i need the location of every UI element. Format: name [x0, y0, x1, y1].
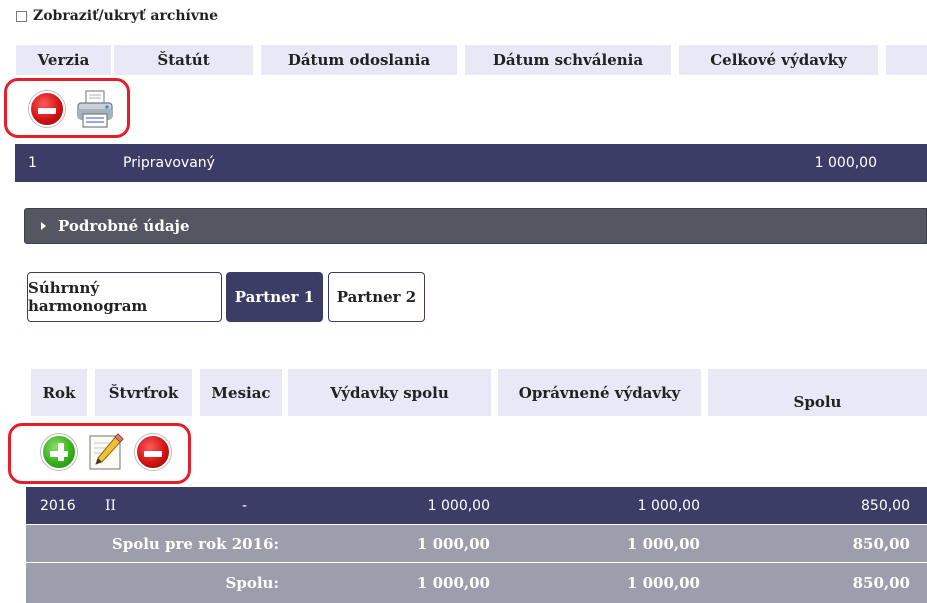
header-opravnene-vydavky[interactable]: Oprávnené výdavky: [498, 369, 701, 416]
cell-mesiac: -: [242, 497, 248, 514]
header-vydavky-spolu[interactable]: Výdavky spolu: [288, 369, 491, 416]
header-spolu[interactable]: Spolu: [708, 369, 927, 416]
grand-total-row: Spolu: 1 000,00 1 000,00 850,00: [26, 563, 927, 603]
tab-partner-1[interactable]: Partner 1: [226, 272, 323, 322]
header-extra: [886, 45, 927, 75]
details-toggle[interactable]: Podrobné údaje: [24, 208, 927, 244]
grand-total-spolu: 850,00: [852, 574, 910, 592]
year-total-spolu: 850,00: [852, 534, 910, 553]
year-total-label: Spolu pre rok 2016:: [111, 534, 279, 553]
year-total-opravnene-vydavky: 1 000,00: [626, 534, 700, 553]
print-icon[interactable]: [74, 88, 116, 130]
cell-statut: Pripravovaný: [123, 155, 215, 171]
cell-rok: 2016: [40, 497, 76, 514]
grand-total-label: Spolu:: [225, 574, 279, 592]
header-stvrtrok[interactable]: Štvrťrok: [95, 369, 192, 416]
remove-icon[interactable]: [29, 91, 65, 127]
remove-icon[interactable]: [135, 434, 171, 470]
table-row[interactable]: 1 Pripravovaný 1 000,00: [15, 144, 927, 182]
year-total-vydavky-spolu: 1 000,00: [416, 534, 490, 553]
grand-total-vydavky-spolu: 1 000,00: [416, 574, 490, 592]
year-total-row: Spolu pre rok 2016: 1 000,00 1 000,00 85…: [26, 525, 927, 562]
caret-right-icon: [41, 222, 46, 230]
details-label: Podrobné údaje: [58, 217, 190, 235]
edit-icon[interactable]: [87, 432, 125, 472]
cell-verzia: 1: [28, 155, 37, 171]
header-verzia[interactable]: Verzia: [16, 45, 111, 75]
cell-spolu: 850,00: [861, 497, 910, 514]
cell-celkove-vydavky: 1 000,00: [814, 155, 877, 171]
cell-stvrtrok: II: [105, 497, 117, 514]
archive-checkbox[interactable]: [16, 10, 27, 22]
header-rok[interactable]: Rok: [31, 369, 87, 416]
table-row[interactable]: 2016 II - 1 000,00 1 000,00 850,00: [26, 487, 927, 524]
tab-partner-2[interactable]: Partner 2: [328, 272, 425, 322]
tab-suhrnny-harmonogram[interactable]: Súhrnný harmonogram: [27, 272, 222, 322]
header-mesiac[interactable]: Mesiac: [200, 369, 282, 416]
archive-toggle[interactable]: Zobraziť/ukryť archívne: [16, 6, 218, 26]
header-datum-schvalenia[interactable]: Dátum schválenia: [465, 45, 671, 75]
cell-opravnene-vydavky: 1 000,00: [637, 497, 700, 514]
archive-toggle-label: Zobraziť/ukryť archívne: [33, 8, 219, 24]
add-icon[interactable]: [41, 434, 77, 470]
grand-total-opravnene-vydavky: 1 000,00: [626, 574, 700, 592]
header-statut[interactable]: Štatút: [114, 45, 253, 75]
header-celkove-vydavky[interactable]: Celkové výdavky: [679, 45, 878, 75]
header-datum-odoslania[interactable]: Dátum odoslania: [261, 45, 457, 75]
cell-vydavky-spolu: 1 000,00: [427, 497, 490, 514]
